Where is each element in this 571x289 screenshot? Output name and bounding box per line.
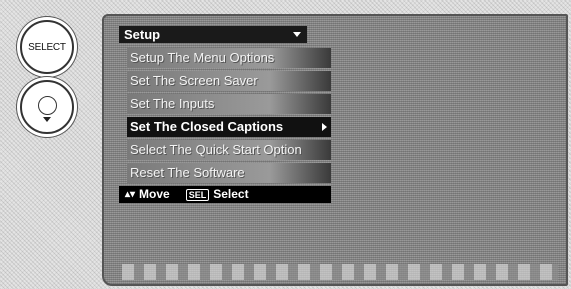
menu-item-label: Set The Closed Captions bbox=[130, 119, 284, 134]
menu-item-reset-software[interactable]: Reset The Software bbox=[127, 163, 331, 183]
menu-item-set-closed-captions[interactable]: Set The Closed Captions bbox=[127, 117, 331, 137]
menu-item-label: Set The Inputs bbox=[130, 96, 215, 111]
select-hint: SEL Select bbox=[185, 186, 249, 203]
move-hint: ▴▾ Move bbox=[125, 186, 170, 203]
down-button[interactable] bbox=[20, 80, 74, 134]
chevron-down-icon bbox=[43, 117, 51, 122]
menu-item-set-inputs[interactable]: Set The Inputs bbox=[127, 94, 331, 114]
select-button-label: SELECT bbox=[28, 41, 66, 53]
up-down-arrows-icon: ▴▾ bbox=[125, 188, 136, 200]
menu-item-label: Set The Screen Saver bbox=[130, 73, 258, 88]
page: SELECT Setup Setup The Menu Options Set … bbox=[0, 0, 571, 289]
select-button[interactable]: SELECT bbox=[20, 20, 74, 74]
move-hint-label: Move bbox=[139, 187, 170, 201]
sel-key-icon: SEL bbox=[185, 188, 210, 201]
menu-title: Setup bbox=[124, 27, 161, 42]
menu-header[interactable]: Setup bbox=[119, 26, 307, 43]
menu-item-setup-menu-options[interactable]: Setup The Menu Options bbox=[127, 48, 331, 68]
submenu-arrow-icon bbox=[322, 123, 327, 131]
menu-item-label: Reset The Software bbox=[130, 165, 245, 180]
menu-footer-hints: ▴▾ Move SEL Select bbox=[119, 186, 331, 203]
menu-item-set-screen-saver[interactable]: Set The Screen Saver bbox=[127, 71, 331, 91]
down-button-ring-icon bbox=[38, 96, 57, 115]
setup-menu: Setup Setup The Menu Options Set The Scr… bbox=[119, 26, 331, 203]
select-hint-label: Select bbox=[213, 187, 249, 201]
screen-bottom-pattern bbox=[122, 264, 558, 280]
dropdown-caret-icon bbox=[293, 32, 301, 37]
menu-list: Setup The Menu Options Set The Screen Sa… bbox=[119, 48, 331, 183]
menu-item-quick-start-option[interactable]: Select The Quick Start Option bbox=[127, 140, 331, 160]
menu-item-label: Select The Quick Start Option bbox=[130, 142, 302, 157]
menu-item-label: Setup The Menu Options bbox=[130, 50, 275, 65]
